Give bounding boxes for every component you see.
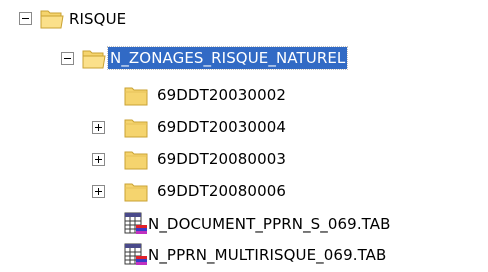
folder-icon bbox=[124, 183, 148, 202]
folder-icon bbox=[124, 119, 148, 138]
tree-node-n-zonages[interactable]: N_ZONAGES_RISQUE_NATUREL bbox=[0, 43, 460, 73]
tree-node-folder[interactable]: 69DDT20080006 bbox=[0, 176, 300, 206]
tree-node-folder[interactable]: 69DDT20030002 bbox=[0, 80, 300, 110]
expand-toggle[interactable] bbox=[92, 185, 105, 198]
tree-node-risque[interactable]: RISQUE bbox=[0, 4, 300, 34]
table-file-icon bbox=[124, 243, 147, 265]
expand-toggle[interactable] bbox=[92, 121, 105, 134]
tree-node-folder[interactable]: 69DDT20030004 bbox=[0, 112, 300, 142]
tree-node-label: 69DDT20030002 bbox=[157, 86, 286, 104]
open-folder-icon bbox=[82, 50, 106, 69]
tree-node-label-selected: N_ZONAGES_RISQUE_NATUREL bbox=[106, 46, 349, 70]
folder-icon bbox=[124, 151, 148, 170]
table-file-icon bbox=[124, 212, 147, 234]
tree-node-file[interactable]: N_PPRN_MULTIRISQUE_069.TAB bbox=[0, 240, 488, 270]
tree-node-file[interactable]: N_DOCUMENT_PPRN_S_069.TAB bbox=[0, 209, 488, 239]
collapse-toggle[interactable] bbox=[19, 12, 32, 25]
folder-tree: RISQUE N_ZONAGES_RISQUE_NATUREL 69DDT200… bbox=[0, 0, 488, 272]
tree-node-label: RISQUE bbox=[69, 10, 127, 28]
collapse-toggle[interactable] bbox=[61, 52, 74, 65]
tree-node-label: 69DDT20080006 bbox=[157, 182, 286, 200]
tree-node-label: N_PPRN_MULTIRISQUE_069.TAB bbox=[148, 246, 387, 264]
tree-node-folder[interactable]: 69DDT20080003 bbox=[0, 144, 300, 174]
folder-icon bbox=[124, 87, 148, 106]
tree-node-label: 69DDT20080003 bbox=[157, 150, 286, 168]
tree-node-label: N_DOCUMENT_PPRN_S_069.TAB bbox=[148, 215, 391, 233]
expand-toggle[interactable] bbox=[92, 153, 105, 166]
tree-node-label: 69DDT20030004 bbox=[157, 118, 286, 136]
open-folder-icon bbox=[40, 10, 64, 29]
